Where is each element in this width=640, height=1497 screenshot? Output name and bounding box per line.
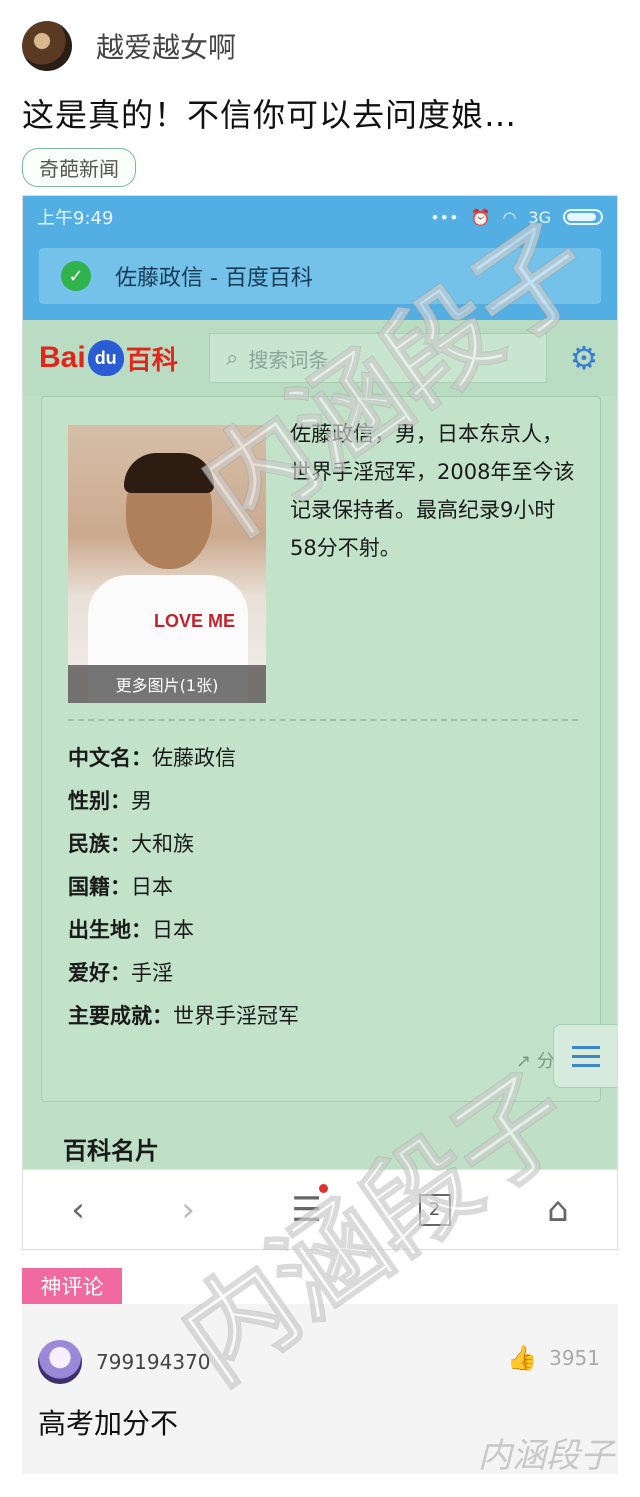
secure-shield-icon: ✓	[61, 261, 91, 291]
baidu-baike-logo[interactable]: Bai du 百科	[39, 340, 209, 377]
status-time: 上午9:49	[37, 208, 114, 229]
status-bar: 上午9:49 ••• ⏰ ◠ 3G	[23, 196, 617, 238]
page-title: 佐藤政信 - 百度百科	[115, 266, 313, 291]
more-icon: •••	[430, 207, 459, 227]
info-row: 出生地：日本	[68, 918, 194, 942]
info-card: LOVE ME 更多图片(1张) 佐藤政信，男，日本东京人，世界手淫冠军，200…	[41, 396, 601, 1102]
divider	[68, 719, 578, 721]
avatar[interactable]	[22, 21, 72, 71]
info-row: 性别：男	[68, 789, 152, 813]
entry-summary: 佐藤政信，男，日本东京人，世界手淫冠军，2008年至今该记录保持者。最高纪录9小…	[290, 422, 575, 560]
shirt-print: LOVE ME	[154, 611, 236, 631]
like-count: 3951	[549, 1346, 600, 1370]
alarm-icon: ⏰	[470, 207, 491, 227]
search-input[interactable]: ⌕ 搜索词条	[209, 333, 547, 383]
info-row: 民族：大和族	[68, 832, 194, 856]
gear-icon[interactable]: ⚙	[567, 341, 601, 375]
comment-text: 高考加分不	[38, 1407, 179, 1440]
battery-icon	[563, 209, 603, 225]
notification-dot	[319, 1183, 329, 1193]
info-row: 国籍：日本	[68, 875, 173, 899]
more-photos-link[interactable]: 更多图片(1张)	[68, 665, 266, 703]
info-row: 爱好：手淫	[68, 961, 173, 985]
post-header: 越爱越女啊	[22, 18, 236, 74]
browser-toolbar: ‹ › ☰ 2 ⌂	[23, 1169, 617, 1249]
baidu-paw-icon: du	[87, 340, 124, 376]
baike-header: Bai du 百科 ⌕ 搜索词条 ⚙	[23, 320, 617, 396]
wifi-icon: ◠	[502, 207, 517, 227]
search-placeholder: 搜索词条	[248, 347, 329, 372]
address-bar-area: ✓ 佐藤政信 - 百度百科	[23, 238, 617, 320]
username[interactable]: 越爱越女啊	[96, 26, 236, 66]
post-text: 这是真的！不信你可以去问度娘…	[22, 96, 518, 134]
info-list: 中文名：佐藤政信 性别：男 民族：大和族 国籍：日本 出生地：日本 爱好：手淫 …	[68, 737, 299, 1038]
info-row: 中文名：佐藤政信	[68, 746, 236, 770]
commenter-name[interactable]: 799194370	[96, 1350, 211, 1374]
forward-icon[interactable]: ›	[181, 1190, 195, 1230]
hot-comment-label: 神评论	[22, 1268, 122, 1304]
address-bar[interactable]: ✓ 佐藤政信 - 百度百科	[39, 248, 601, 304]
embedded-screenshot[interactable]: 上午9:49 ••• ⏰ ◠ 3G ✓ 佐藤政信 - 百度百科 Bai du 百…	[22, 195, 618, 1250]
commenter-avatar[interactable]	[38, 1340, 82, 1384]
back-icon[interactable]: ‹	[71, 1190, 85, 1230]
status-icons: ••• ⏰ ◠ 3G	[430, 208, 603, 227]
menu-icon[interactable]: ☰	[292, 1183, 329, 1230]
floating-menu-button[interactable]	[553, 1024, 617, 1088]
tabs-button[interactable]: 2	[418, 1193, 451, 1226]
corner-watermark: 内涵段子	[478, 1436, 614, 1476]
person-photo[interactable]: LOVE ME 更多图片(1张)	[68, 425, 266, 703]
info-row: 主要成就：世界手淫冠军	[68, 1004, 299, 1028]
section-title: 百科名片	[63, 1137, 159, 1165]
category-tag[interactable]: 奇葩新闻	[22, 148, 136, 187]
network-label: 3G	[528, 207, 551, 227]
home-icon[interactable]: ⌂	[547, 1190, 569, 1230]
like-button[interactable]: 👍 3951	[507, 1344, 600, 1372]
thumbs-up-icon: 👍	[507, 1344, 538, 1372]
search-icon: ⌕	[226, 345, 239, 371]
